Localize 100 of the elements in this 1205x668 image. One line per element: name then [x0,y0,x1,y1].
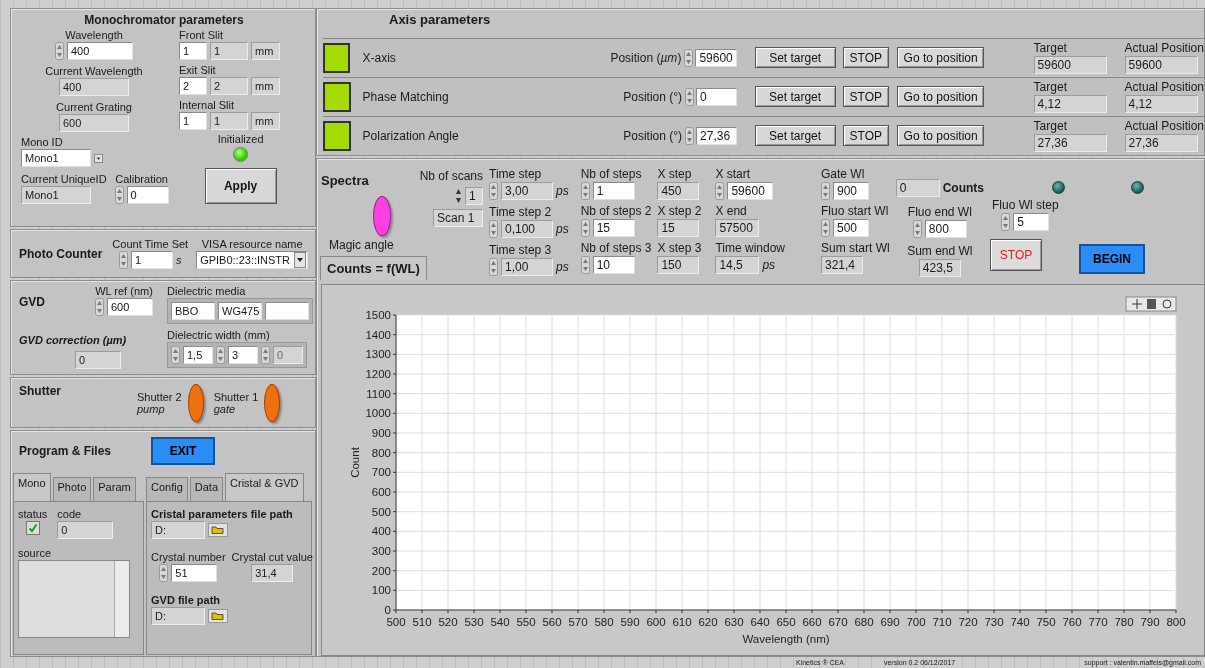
set-target-button[interactable]: Set target [754,125,836,146]
field-label: X step [657,167,692,181]
magic-angle-toggle[interactable] [373,196,391,236]
checkbox[interactable] [26,521,40,535]
input-field[interactable]: BBO [171,302,215,321]
field-label: Time step [489,167,542,181]
value-display: 1 [210,42,248,60]
tick-label: 1100 [366,387,391,400]
input-field: 0 [273,346,303,364]
spinner-icon[interactable] [1001,213,1011,231]
input-field[interactable]: 600 [107,298,153,317]
spinner-icon[interactable] [159,564,169,582]
input-field[interactable]: 900 [833,182,869,200]
field-label: Front Slit [179,29,223,41]
tab[interactable]: Param [93,477,136,501]
folder-icon[interactable] [208,609,228,623]
input-field[interactable]: 5 [1013,213,1050,231]
field-label: Sum start Wl [821,241,890,255]
list-box[interactable] [18,560,130,638]
input-field[interactable]: 3 [228,346,258,364]
input-field[interactable] [265,302,309,321]
scan-selector[interactable]: Scan 1 [433,209,483,227]
input-field[interactable]: 15 [592,219,635,237]
set-target-button[interactable]: Set target [754,47,836,68]
tab[interactable]: Photo [52,477,92,501]
input-field[interactable]: 500 [833,219,869,237]
input-field[interactable]: 0 [126,186,169,204]
value-display: 15 [657,219,700,237]
spinner-icon[interactable] [171,346,180,364]
tab[interactable]: Cristal & GVD [225,473,304,501]
spinner-icon[interactable] [489,258,498,276]
spinner-icon[interactable] [685,87,695,106]
input-field[interactable]: 1 [179,112,207,130]
folder-icon[interactable] [208,523,228,537]
stop-button[interactable]: STOP [842,125,889,146]
shutter-toggle[interactable] [187,384,204,422]
tick-label: 590 [620,616,640,628]
dropdown-icon[interactable] [94,153,103,163]
apply-button[interactable]: Apply [204,168,277,204]
stop-button[interactable]: STOP [842,47,889,68]
go-to-position-button[interactable]: Go to position [896,125,984,146]
spinner-icon[interactable] [821,182,830,200]
tab[interactable]: Counts = f(WL) [320,256,427,280]
input-field[interactable]: 800 [924,220,967,238]
input-field[interactable]: 2 [179,77,207,95]
input-field[interactable]: 400 [67,42,133,60]
spinner-icon[interactable] [580,219,590,237]
spinner-icon[interactable] [580,256,590,274]
spinner-icon[interactable] [684,48,694,67]
exit-button[interactable]: EXIT [151,437,216,465]
input-field[interactable]: 0 [696,87,737,106]
tick-label: 800 [371,446,391,459]
stop-button[interactable]: STOP [990,239,1042,271]
input-field[interactable]: 1 [131,251,173,270]
dropdown-field[interactable]: Mono1 [21,149,91,167]
field-label: Shutter 2 [137,391,182,403]
field-label: Time window [715,241,785,255]
spinner-icon[interactable] [95,298,104,317]
value-display: 0,100 [501,220,553,238]
field-label: GVD file path [151,594,221,606]
spinner-icon[interactable] [261,346,270,364]
scrollbar[interactable] [114,561,129,637]
input-field[interactable]: 10 [592,256,635,274]
tick-label: 1400 [365,328,391,341]
section-title: GVD [19,295,46,310]
tab[interactable]: Config [146,477,188,501]
go-to-position-button[interactable]: Go to position [896,47,984,68]
tab[interactable]: Mono [13,473,51,501]
go-to-position-button[interactable]: Go to position [896,86,984,107]
input-field[interactable]: 59600 [695,48,737,67]
spinner-icon[interactable] [489,220,498,238]
spinner-icon[interactable] [912,220,922,238]
section-title: Program & Files [19,444,112,458]
graph-tools-drawing[interactable] [1125,296,1177,312]
shutter-toggle[interactable] [264,384,281,422]
stop-button[interactable]: STOP [842,86,889,107]
spinner-icon[interactable] [114,186,124,204]
tab[interactable]: Data [189,477,224,501]
input-field[interactable]: 59600 [727,182,774,200]
spinner-icon[interactable] [455,187,462,205]
tick-label: 730 [984,616,1004,628]
spinner-icon[interactable] [580,182,590,200]
input-field[interactable]: 1 [179,42,207,60]
spinner-icon[interactable] [715,182,725,200]
spinner-icon[interactable] [489,182,498,200]
unit-label: mm [251,112,280,130]
input-field[interactable]: 51 [171,564,218,582]
set-target-button[interactable]: Set target [754,86,836,107]
input-field[interactable]: WG475 [218,302,262,321]
input-field[interactable]: 1 [592,182,635,200]
spinner-icon[interactable] [55,42,64,60]
spinner-icon[interactable] [821,219,830,237]
spinner-icon[interactable] [216,346,225,364]
input-field[interactable]: 1,5 [183,346,213,364]
section-title: Photo Counter [19,246,103,261]
spinner-icon[interactable] [119,251,128,270]
begin-button[interactable]: BEGIN [1079,244,1145,274]
input-field[interactable]: 27,36 [696,126,737,145]
dropdown-field[interactable]: GPIB0::23::INSTR [196,251,309,270]
spinner-icon[interactable] [685,126,695,145]
